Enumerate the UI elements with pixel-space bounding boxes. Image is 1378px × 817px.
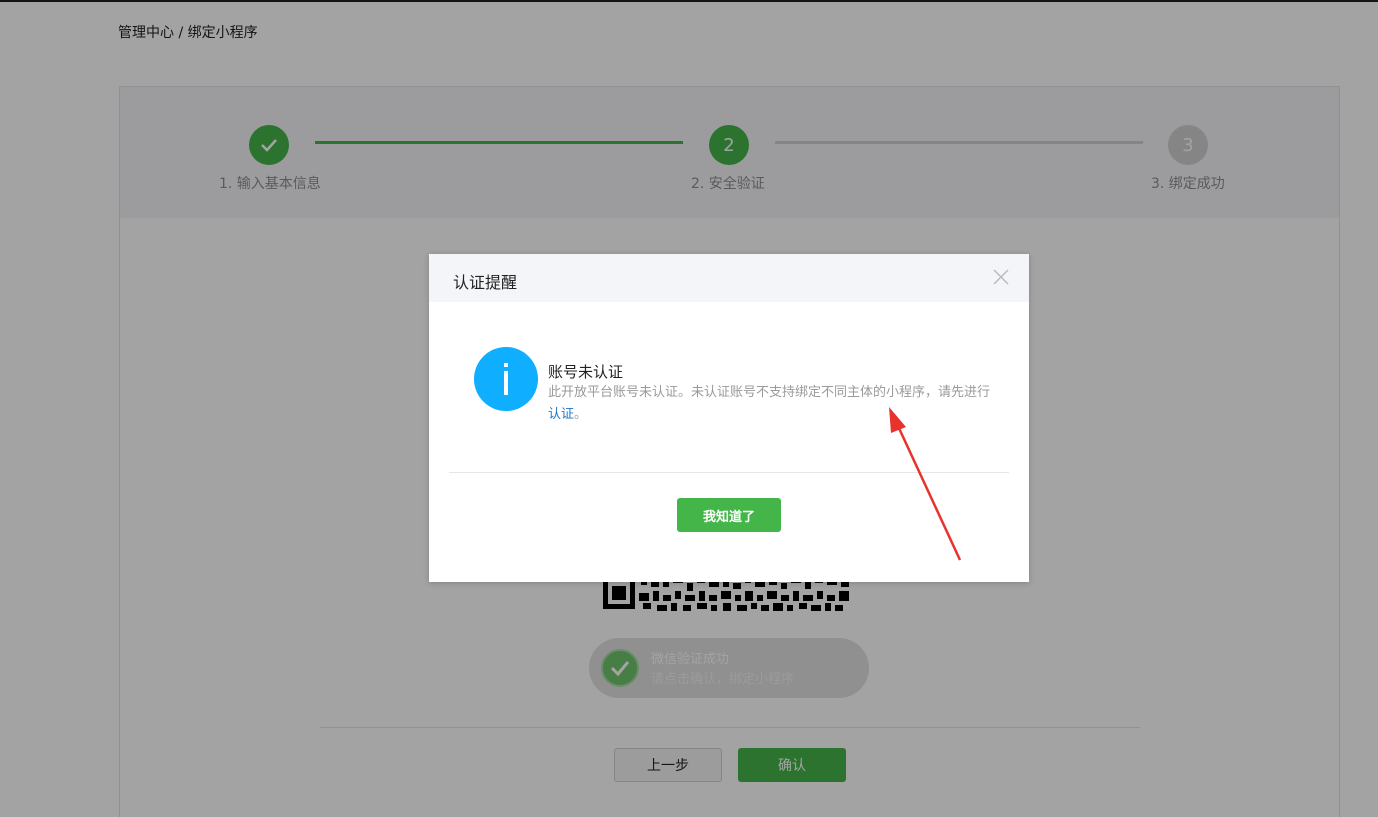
auth-link[interactable]: 认证 [548, 407, 574, 422]
message-title: 账号未认证 [548, 363, 624, 381]
close-icon[interactable] [992, 268, 1010, 286]
message-end: 。 [574, 407, 588, 422]
got-it-button[interactable]: 我知道了 [677, 498, 781, 532]
message-text: 此开放平台账号未认证。未认证账号不支持绑定不同主体的小程序，请先进行 [548, 385, 991, 400]
dialog-title: 认证提醒 [453, 273, 518, 292]
dialog-header: 认证提醒 [429, 254, 1029, 302]
message-body: 此开放平台账号未认证。未认证账号不支持绑定不同主体的小程序，请先进行认证。 [548, 382, 993, 426]
dialog-divider [449, 472, 1009, 473]
info-icon [474, 347, 538, 411]
auth-reminder-dialog: 认证提醒 账号未认证 此开放平台账号未认证。未认证账号不支持绑定不同主体的小程序… [429, 254, 1029, 582]
